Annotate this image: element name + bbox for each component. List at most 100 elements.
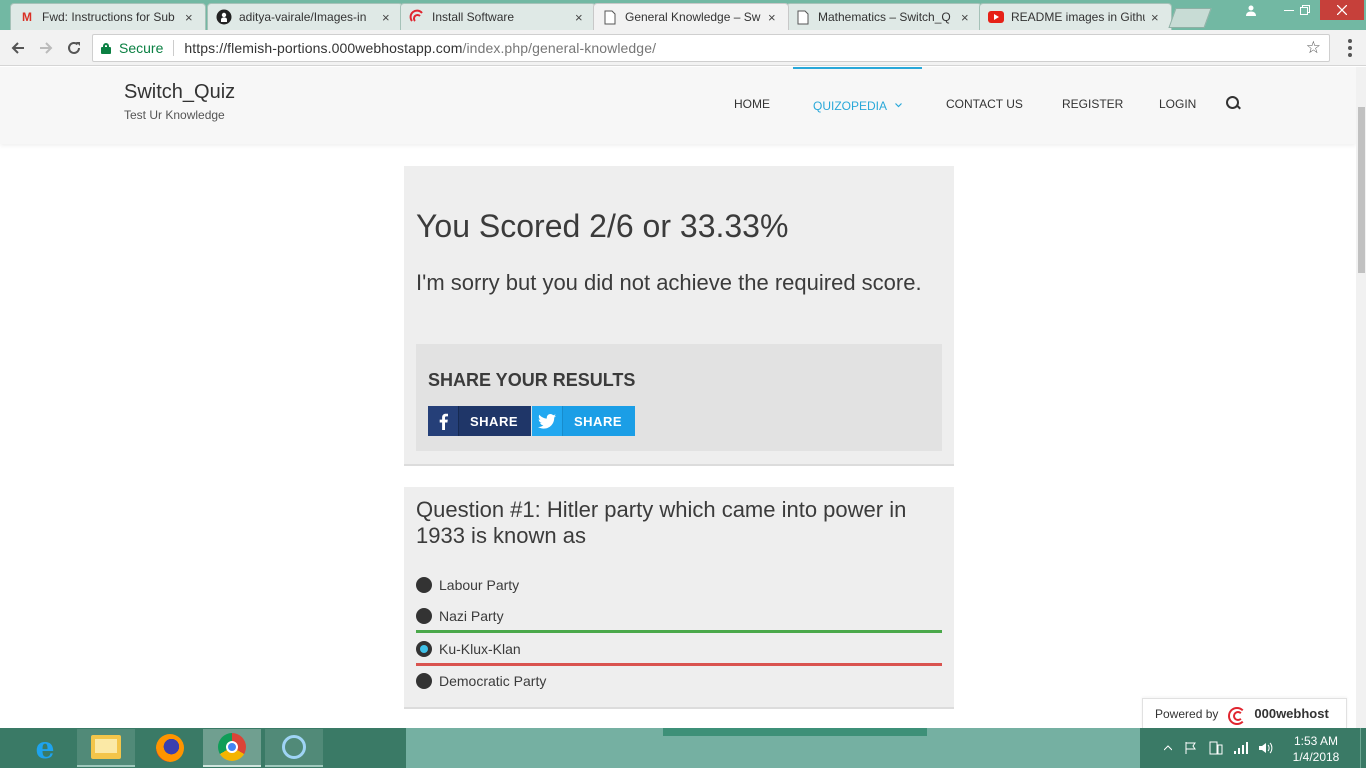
000webhost-logo-icon	[1226, 705, 1248, 725]
nav-active-indicator	[793, 67, 922, 69]
close-tab-icon[interactable]: ×	[961, 10, 973, 25]
powered-by-badge[interactable]: Powered by 000webhost	[1142, 698, 1347, 728]
clock-time: 1:53 AM	[1293, 734, 1339, 748]
nav-login[interactable]: LOGIN	[1159, 97, 1196, 111]
reload-icon[interactable]	[62, 36, 86, 60]
facebook-icon	[428, 406, 459, 436]
forward-arrow-icon[interactable]	[34, 36, 58, 60]
facebook-share-button[interactable]: SHARE	[428, 406, 532, 436]
tab-label: Install Software	[432, 10, 515, 24]
site-tagline: Test Ur Knowledge	[124, 108, 225, 122]
chrome-icon[interactable]	[203, 729, 261, 767]
internet-explorer-icon[interactable]: e	[16, 729, 74, 767]
answer-option[interactable]: Democratic Party	[416, 667, 942, 695]
browser-menu-icon[interactable]	[1340, 38, 1360, 58]
close-tab-icon[interactable]: ×	[185, 10, 197, 25]
device-icon[interactable]	[1209, 728, 1223, 768]
question-title: Question #1: Hitler party which came int…	[416, 497, 907, 548]
close-tab-icon[interactable]: ×	[1151, 10, 1163, 25]
close-tab-icon[interactable]: ×	[382, 10, 394, 25]
site-icon	[409, 9, 425, 25]
answer-option[interactable]: Labour Party	[416, 571, 942, 599]
twitter-share-label: SHARE	[574, 413, 623, 429]
page-icon	[795, 9, 811, 25]
secure-label: Secure	[119, 40, 164, 56]
close-window-icon[interactable]	[1320, 0, 1364, 20]
site-brand[interactable]: Switch_Quiz Test Ur Knowledge	[124, 81, 235, 122]
browser-tab-strip: M Fwd: Instructions for Sub × aditya-vai…	[0, 0, 1366, 30]
cortana-icon[interactable]	[265, 729, 323, 767]
browser-tab-github[interactable]: aditya-vairale/Images-in ×	[207, 3, 403, 30]
radio-button-selected[interactable]	[416, 640, 432, 657]
file-explorer-icon[interactable]	[77, 729, 135, 767]
answer-label: Nazi Party	[439, 607, 504, 624]
share-results-box: SHARE YOUR RESULTS SHARE SHARE	[416, 344, 942, 451]
close-tab-icon[interactable]: ×	[768, 10, 780, 25]
radio-button[interactable]	[416, 607, 432, 624]
close-tab-icon[interactable]: ×	[575, 10, 587, 25]
answer-label: Democratic Party	[439, 673, 547, 689]
result-message: I'm sorry but you did not achieve the re…	[416, 270, 922, 295]
tab-label: General Knowledge – Sw	[625, 10, 761, 24]
windows-taskbar: e 1:53 AM 1/4/2018	[0, 728, 1366, 768]
page-viewport: Switch_Quiz Test Ur Knowledge HOME QUIZO…	[0, 67, 1366, 728]
secure-indicator[interactable]: Secure	[101, 40, 163, 56]
address-bar[interactable]: Secure https://flemish-portions.000webho…	[92, 34, 1330, 62]
tab-label: aditya-vairale/Images-in	[239, 10, 367, 24]
url-text[interactable]: https://flemish-portions.000webhostapp.c…	[184, 40, 656, 56]
bookmark-star-icon[interactable]: ☆	[1306, 38, 1321, 58]
clock-date: 1/4/2018	[1292, 750, 1340, 764]
answer-option-correct[interactable]: Nazi Party	[416, 601, 942, 633]
quiz-result-panel: You Scored 2/6 or 33.33% I'm sorry but y…	[404, 166, 954, 466]
browser-tab-gmail[interactable]: M Fwd: Instructions for Sub ×	[10, 3, 206, 30]
nav-home[interactable]: HOME	[734, 97, 770, 111]
nav-quizopedia[interactable]: QUIZOPEDIA	[813, 97, 902, 113]
radio-button[interactable]	[416, 673, 432, 689]
tab-label: README images in Githu	[1011, 10, 1145, 24]
facebook-share-label: SHARE	[470, 413, 519, 429]
browser-tab-readme-images[interactable]: README images in Githu ×	[979, 3, 1172, 30]
scrollbar-thumb[interactable]	[1358, 107, 1365, 273]
browser-tab-mathematics[interactable]: Mathematics – Switch_Q ×	[786, 3, 982, 30]
network-signal-icon[interactable]	[1234, 728, 1248, 768]
taskbar-background-band	[663, 728, 927, 736]
page-icon	[602, 9, 618, 25]
question-review-panel: Question #1: Hitler party which came int…	[404, 487, 954, 709]
browser-toolbar: Secure https://flemish-portions.000webho…	[0, 30, 1366, 66]
show-desktop-button[interactable]	[1360, 728, 1366, 768]
browser-tab-general-knowledge[interactable]: General Knowledge – Sw ×	[593, 3, 789, 30]
divider	[173, 40, 175, 56]
site-title[interactable]: Switch_Quiz	[124, 81, 235, 104]
tab-label: Mathematics – Switch_Q	[818, 10, 951, 24]
powered-by-label: Powered by	[1155, 706, 1219, 721]
lock-icon	[101, 42, 111, 54]
system-clock[interactable]: 1:53 AM 1/4/2018	[1286, 733, 1346, 765]
nav-contact-us[interactable]: CONTACT US	[946, 97, 1023, 111]
url-host: https://flemish-portions.000webhostapp.c…	[184, 40, 463, 56]
twitter-icon	[532, 406, 563, 436]
tab-label: Fwd: Instructions for Sub	[42, 10, 175, 24]
url-path: /index.php/general-knowledge/	[462, 40, 657, 56]
answer-option-selected-wrong[interactable]: Ku-Klux-Klan	[416, 634, 942, 666]
firefox-icon[interactable]	[141, 729, 199, 767]
maximize-icon[interactable]	[1290, 0, 1320, 20]
radio-button[interactable]	[416, 577, 432, 593]
browser-tab-install-software[interactable]: Install Software ×	[400, 3, 596, 30]
answer-label: Labour Party	[439, 577, 520, 593]
action-flag-icon[interactable]	[1185, 728, 1199, 768]
twitter-share-button[interactable]: SHARE	[532, 406, 636, 436]
new-tab-button[interactable]	[1168, 8, 1212, 28]
share-title: SHARE YOUR RESULTS	[428, 370, 636, 390]
user-profile-icon[interactable]	[1236, 0, 1266, 20]
nav-quizopedia-label: QUIZOPEDIA	[813, 99, 888, 113]
site-header: Switch_Quiz Test Ur Knowledge HOME QUIZO…	[0, 67, 1356, 144]
show-hidden-icons[interactable]	[1164, 728, 1172, 768]
chevron-down-icon	[895, 97, 902, 111]
search-icon[interactable]	[1226, 96, 1240, 110]
youtube-icon	[988, 9, 1004, 25]
gmail-icon: M	[22, 10, 32, 24]
volume-icon[interactable]	[1259, 728, 1273, 768]
back-arrow-icon[interactable]	[6, 36, 30, 60]
github-icon	[216, 9, 232, 25]
nav-register[interactable]: REGISTER	[1062, 97, 1123, 111]
